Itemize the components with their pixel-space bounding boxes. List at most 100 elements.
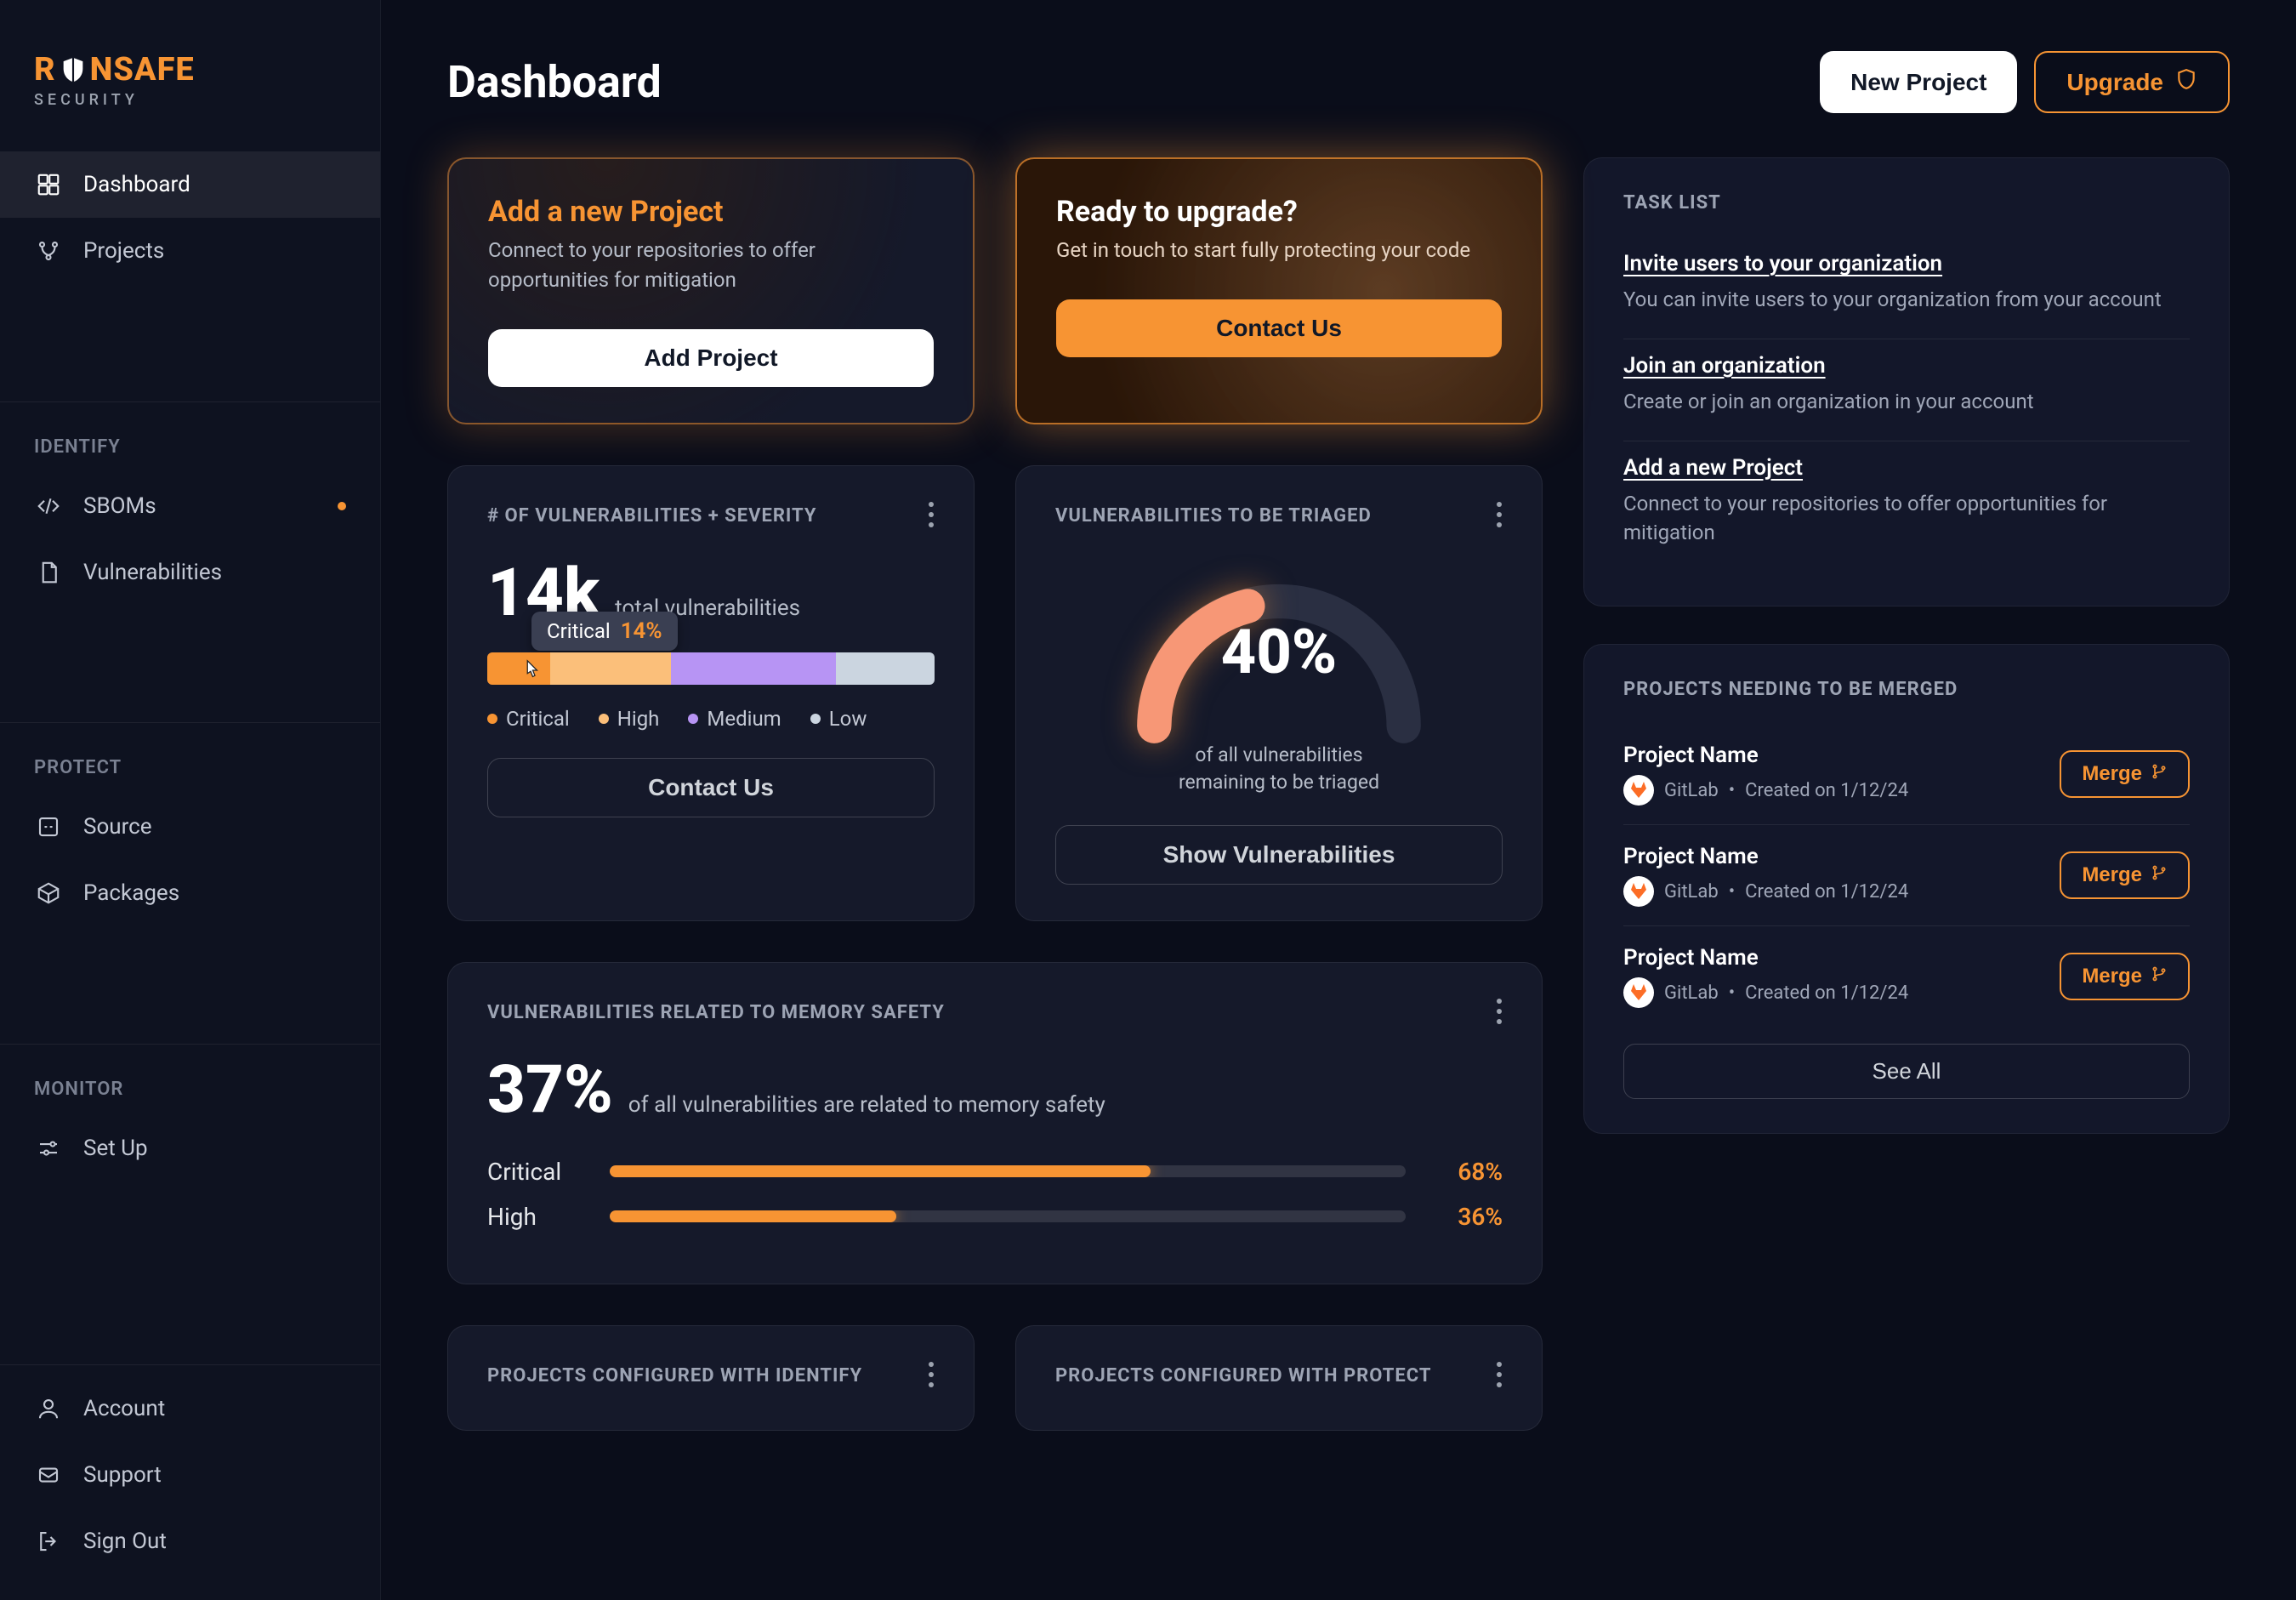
new-project-button[interactable]: New Project (1820, 51, 2017, 113)
task-title: Join an organization (1623, 353, 2190, 379)
mem-row-critical: Critical 68% (487, 1158, 1503, 1186)
nav-item-dashboard[interactable]: Dashboard (0, 151, 380, 218)
mem-pct-label: of all vulnerabilities are related to me… (628, 1092, 1105, 1118)
sidebar: R NSAFE SECURITY Dashboard Projects IDEN… (0, 0, 381, 1600)
sliders-icon (34, 1134, 63, 1163)
upgrade-button[interactable]: Upgrade (2034, 51, 2230, 113)
main: Dashboard New Project Upgrade Add a new … (381, 0, 2296, 1600)
card-desc: Get in touch to start fully protecting y… (1056, 236, 1502, 265)
logo-word: NSAFE (90, 51, 195, 88)
card-title: Add a new Project (488, 195, 934, 229)
nav-label: Dashboard (83, 172, 190, 197)
merge-item: Project Name GitLab • Created on 1/12/24… (1623, 825, 2190, 926)
logo[interactable]: R NSAFE SECURITY (0, 0, 380, 151)
nav-item-vulnerabilities[interactable]: Vulnerabilities (0, 539, 380, 606)
nav-label: Set Up (83, 1136, 148, 1161)
nav-item-account[interactable]: Account (0, 1375, 380, 1442)
project-name: Project Name (1623, 844, 2060, 869)
nav-item-source[interactable]: Source (0, 794, 380, 860)
gitlab-icon (1623, 775, 1654, 806)
card-label: # OF VULNERABILITIES + SEVERITY (487, 505, 816, 527)
header: Dashboard New Project Upgrade (447, 51, 2230, 113)
notification-dot-icon (338, 502, 346, 510)
source-icon (34, 812, 63, 841)
git-branch-icon (2151, 762, 2168, 786)
merge-button[interactable]: Merge (2060, 953, 2190, 1000)
kebab-menu-icon[interactable] (1496, 502, 1503, 531)
tooltip: Critical 14% (531, 612, 678, 651)
add-project-button[interactable]: Add Project (488, 329, 934, 387)
shield-icon (2175, 68, 2197, 96)
divider (0, 401, 380, 402)
package-icon (34, 879, 63, 908)
gauge-value: 40% (1117, 616, 1441, 688)
seg-high[interactable] (550, 652, 671, 685)
user-icon (34, 1394, 63, 1423)
projects-icon (34, 236, 63, 265)
see-all-button[interactable]: See All (1623, 1044, 2190, 1099)
contact-us-button[interactable]: Contact Us (487, 758, 935, 817)
identify-config-card: PROJECTS CONFIGURED WITH IDENTIFY (447, 1325, 975, 1431)
dashboard-icon (34, 170, 63, 199)
kebab-menu-icon[interactable] (1496, 1362, 1503, 1391)
divider (0, 1364, 380, 1365)
kebab-menu-icon[interactable] (928, 1362, 935, 1391)
task-list-card: TASK LIST Invite users to your organizat… (1583, 157, 2230, 606)
divider (0, 722, 380, 723)
seg-medium[interactable] (671, 652, 837, 685)
seg-low[interactable] (836, 652, 935, 685)
task-desc: You can invite users to your organizatio… (1623, 285, 2190, 315)
nav-item-projects[interactable]: Projects (0, 218, 380, 284)
divider (0, 1044, 380, 1045)
card-title: Ready to upgrade? (1056, 195, 1502, 229)
triage-gauge: 40% (1117, 555, 1441, 742)
git-branch-icon (2151, 965, 2168, 988)
card-label: VULNERABILITIES RELATED TO MEMORY SAFETY (487, 1002, 945, 1023)
merge-list-card: PROJECTS NEEDING TO BE MERGED Project Na… (1583, 644, 2230, 1134)
nav-label: Support (83, 1462, 162, 1488)
nav-label: Account (83, 1396, 165, 1421)
task-item[interactable]: Add a new Project Connect to your reposi… (1623, 441, 2190, 572)
mem-row-high: High 36% (487, 1203, 1503, 1231)
logo-char: R (34, 51, 56, 88)
task-desc: Connect to your repositories to offer op… (1623, 489, 2190, 549)
triage-card: VULNERABILITIES TO BE TRIAGED 40% of a (1015, 465, 1543, 921)
nav-label: Source (83, 814, 152, 840)
nav-item-packages[interactable]: Packages (0, 860, 380, 926)
kebab-menu-icon[interactable] (1496, 999, 1503, 1028)
add-project-card: Add a new Project Connect to your reposi… (447, 157, 975, 424)
nav-label: Vulnerabilities (83, 560, 222, 585)
merge-item: Project Name GitLab • Created on 1/12/24… (1623, 724, 2190, 825)
gitlab-icon (1623, 977, 1654, 1008)
merge-button[interactable]: Merge (2060, 851, 2190, 899)
protect-config-card: PROJECTS CONFIGURED WITH PROTECT (1015, 1325, 1543, 1431)
nav-item-setup[interactable]: Set Up (0, 1115, 380, 1181)
project-name: Project Name (1623, 743, 2060, 768)
cursor-icon (518, 658, 543, 685)
nav-item-support[interactable]: Support (0, 1442, 380, 1508)
nav-item-sboms[interactable]: SBOMs (0, 473, 380, 539)
shield-icon (59, 55, 88, 84)
show-vulnerabilities-button[interactable]: Show Vulnerabilities (1055, 825, 1503, 885)
severity-bar[interactable] (487, 652, 935, 685)
merge-button[interactable]: Merge (2060, 750, 2190, 798)
severity-legend: Critical High Medium Low (487, 707, 935, 731)
card-label: PROJECTS CONFIGURED WITH IDENTIFY (487, 1365, 862, 1386)
card-label: VULNERABILITIES TO BE TRIAGED (1055, 505, 1372, 527)
kebab-menu-icon[interactable] (928, 502, 935, 531)
memory-safety-card: VULNERABILITIES RELATED TO MEMORY SAFETY… (447, 962, 1543, 1284)
code-icon (34, 492, 63, 521)
merge-item: Project Name GitLab • Created on 1/12/24… (1623, 926, 2190, 1027)
merge-list-label: PROJECTS NEEDING TO BE MERGED (1623, 679, 2190, 700)
nav-section-protect: PROTECT (0, 733, 380, 794)
nav-primary: Dashboard Projects (0, 151, 380, 391)
card-label: PROJECTS CONFIGURED WITH PROTECT (1055, 1365, 1431, 1386)
nav-item-signout[interactable]: Sign Out (0, 1508, 380, 1574)
support-icon (34, 1460, 63, 1489)
task-item[interactable]: Join an organization Create or join an o… (1623, 339, 2190, 441)
card-desc: Connect to your repositories to offer op… (488, 236, 934, 295)
page-title: Dashboard (447, 56, 662, 108)
mem-pct: 37% (487, 1051, 613, 1129)
contact-us-button[interactable]: Contact Us (1056, 299, 1502, 357)
task-item[interactable]: Invite users to your organization You ca… (1623, 237, 2190, 339)
